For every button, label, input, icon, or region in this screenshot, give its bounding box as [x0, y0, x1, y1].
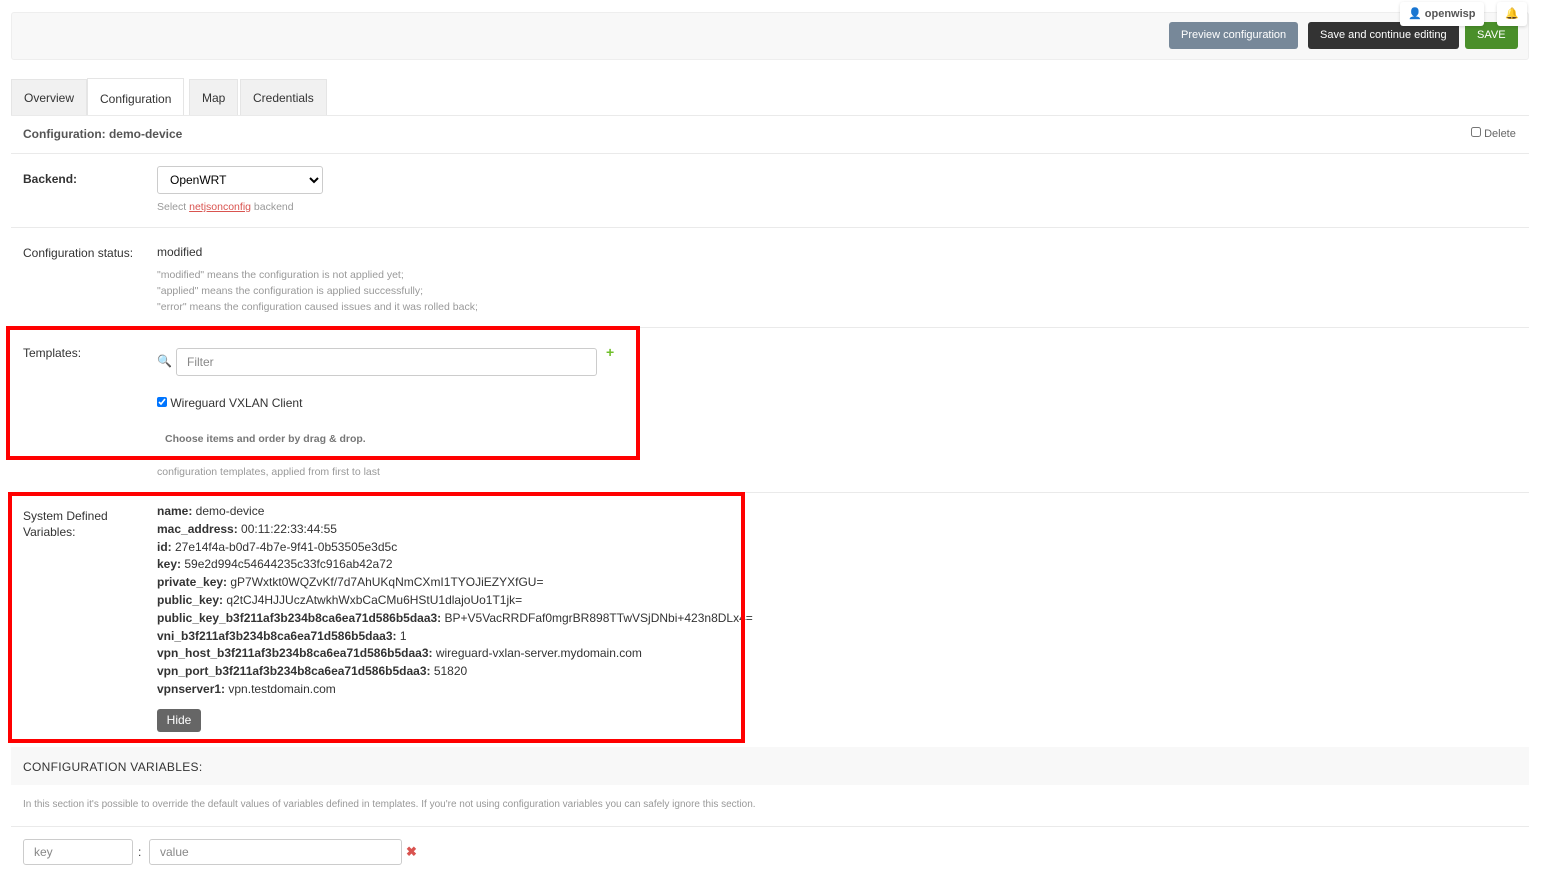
status-label: Configuration status: [23, 246, 134, 260]
username: openwisp [1424, 8, 1476, 20]
delete-checkbox-input[interactable] [1471, 127, 1481, 137]
divider [11, 227, 1529, 228]
status-help: "modified" means the configuration is no… [157, 269, 478, 313]
user-menu[interactable]: 👤 openwisp [1400, 2, 1484, 26]
status-value: modified [157, 245, 203, 259]
tab-overview[interactable]: Overview [11, 79, 88, 115]
highlight-box [8, 492, 745, 743]
tab-configuration[interactable]: Configuration [87, 78, 185, 116]
bell-icon[interactable]: 🔔 [1497, 2, 1527, 26]
backend-help: Select netjsonconfig backend [157, 201, 294, 213]
divider [11, 826, 1529, 827]
config-vars-help: In this section it's possible to overrid… [23, 799, 756, 810]
top-toolbar: Preview configuration Save and continue … [11, 12, 1529, 60]
highlight-box [6, 326, 640, 460]
var-key-input[interactable] [23, 839, 133, 865]
config-vars-header: CONFIGURATION VARIABLES: [11, 747, 1529, 785]
config-vars-title: CONFIGURATION VARIABLES: [23, 760, 203, 774]
tab-credentials[interactable]: Credentials [240, 79, 327, 115]
netjsonconfig-link[interactable]: netjsonconfig [189, 201, 251, 213]
user-icon: 👤 [1408, 8, 1422, 20]
backend-label: Backend: [23, 172, 78, 186]
templates-help: configuration templates, applied from fi… [157, 466, 380, 478]
divider [11, 153, 1529, 154]
delete-label: Delete [1484, 128, 1516, 140]
backend-select[interactable]: OpenWRT [157, 166, 323, 194]
delete-checkbox[interactable]: Delete [1471, 127, 1516, 140]
config-title: Configuration: demo-device [23, 127, 183, 141]
save-continue-button[interactable]: Save and continue editing [1308, 22, 1459, 49]
divider [11, 115, 1529, 116]
remove-variable-icon[interactable]: ✖ [406, 844, 417, 860]
preview-configuration-button[interactable]: Preview configuration [1169, 22, 1299, 49]
var-value-input[interactable] [149, 839, 402, 865]
separator: : [138, 845, 142, 859]
tab-map[interactable]: Map [189, 79, 239, 115]
save-button[interactable]: SAVE [1465, 22, 1518, 49]
